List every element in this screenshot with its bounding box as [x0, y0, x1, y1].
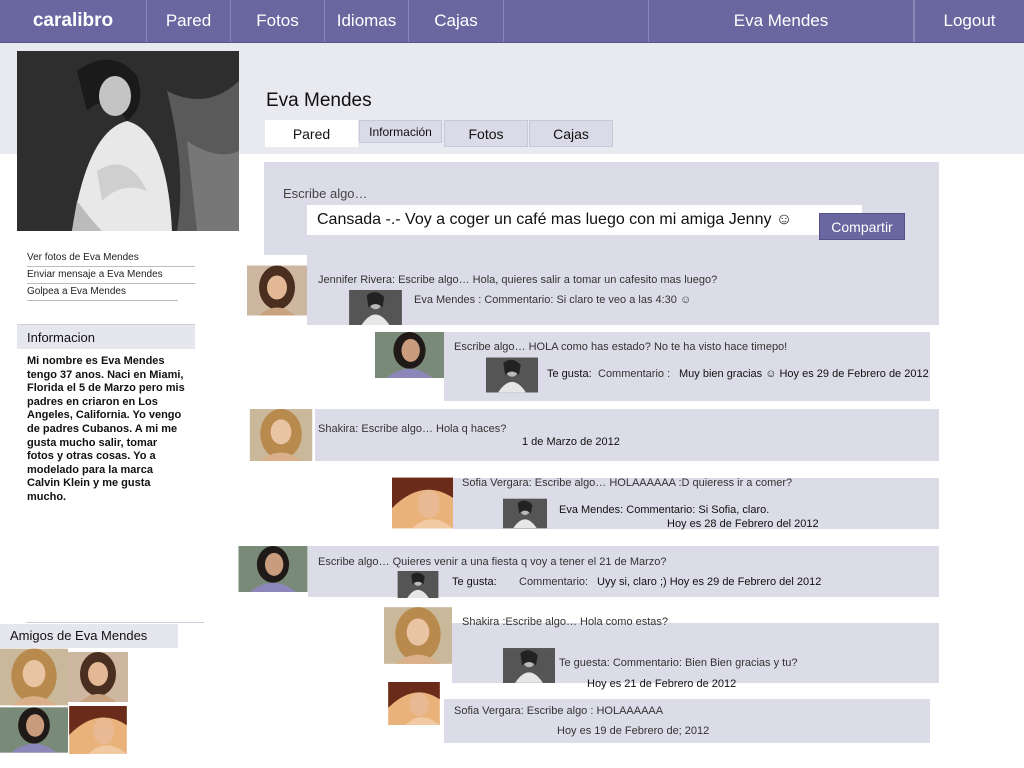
post-text: Escribe algo… Quieres venir a una fiesta… [318, 556, 667, 568]
nav-user-name[interactable]: Eva Mendes [648, 0, 914, 42]
nav-item-cajas[interactable]: Cajas [409, 0, 504, 42]
post-date: 1 de Marzo de 2012 [522, 436, 620, 448]
comment-text: Uyy si, claro ;) Hoy es 29 de Febrero de… [597, 576, 822, 588]
post-date: Hoy es 19 de Febrero de; 2012 [557, 725, 710, 737]
comment-label: Commentario : [598, 368, 671, 380]
info-text: Mi nombre es Eva Mendes tengo 37 anos. N… [27, 355, 185, 503]
tab-pared[interactable]: Pared [265, 120, 358, 147]
friends-section-title: Amigos de Eva Mendes [0, 624, 178, 648]
sidebar-link-enviar-mensaje[interactable]: Enviar mensaje a Eva Mendes [27, 267, 195, 284]
nav-item-idiomas[interactable]: Idiomas [325, 0, 409, 42]
friend-avatar[interactable] [68, 706, 128, 754]
post-author-avatar[interactable] [384, 682, 444, 725]
comment-text: Eva Mendes : Commentario: Si claro te ve… [414, 294, 692, 306]
friends-divider [26, 622, 204, 623]
friend-avatar[interactable] [68, 648, 128, 706]
post-card [315, 409, 939, 461]
post-author-avatar[interactable] [384, 605, 452, 666]
nav-item-fotos[interactable]: Fotos [231, 0, 325, 42]
post-date: Hoy es 21 de Febrero de 2012 [587, 678, 737, 690]
like-label: Te gusta: [452, 576, 497, 588]
comment-text: Eva Mendes: Commentario: Si Sofia, claro… [559, 504, 770, 516]
tab-informacion[interactable]: Información [359, 120, 442, 143]
composer-label: Escribe algo… [283, 186, 368, 201]
nav-item-pared[interactable]: Pared [147, 0, 231, 42]
like-label: Te gusta: [547, 368, 592, 380]
comment-avatar[interactable] [349, 290, 402, 325]
comment-text: Te guesta: Commentario: Bien Bien gracia… [559, 657, 798, 669]
info-section-title: Informacion [17, 324, 195, 349]
friend-avatar[interactable] [0, 648, 68, 706]
post-author-avatar[interactable] [392, 477, 453, 529]
post-date: Hoy es 28 de Febrero del 2012 [667, 518, 819, 530]
sidebar-link-golpea[interactable]: Golpea a Eva Mendes [27, 284, 178, 301]
post-author-avatar[interactable] [247, 264, 307, 317]
post-text: Sofia Vergara: Escribe algo : HOLAAAAAA [454, 705, 664, 717]
post-text: Jennifer Rivera: Escribe algo… Hola, qui… [318, 274, 718, 286]
post-text: Escribe algo… HOLA como has estado? No t… [454, 341, 788, 353]
tab-fotos[interactable]: Fotos [444, 120, 528, 147]
profile-photo[interactable] [17, 51, 239, 231]
friend-avatar[interactable] [0, 706, 68, 754]
sidebar-link-ver-fotos[interactable]: Ver fotos de Eva Mendes [27, 250, 195, 267]
comment-avatar[interactable] [503, 648, 555, 683]
comment-text: Muy bien gracias ☺ Hoy es 29 de Febrero … [679, 368, 929, 380]
post-author-avatar[interactable] [375, 332, 444, 378]
post-text: Shakira :Escribe algo… Hola como estas? [462, 616, 669, 628]
comment-avatar[interactable] [392, 571, 444, 598]
post-author-avatar[interactable] [238, 546, 308, 592]
share-button[interactable]: Compartir [819, 213, 905, 240]
comment-avatar[interactable] [486, 357, 538, 393]
top-nav: caralibro Pared Fotos Idiomas Cajas Eva … [0, 0, 1024, 43]
brand-logo[interactable]: caralibro [0, 0, 147, 42]
status-input[interactable] [307, 205, 862, 235]
post-text: Sofia Vergara: Escribe algo… HOLAAAAAA :… [462, 477, 793, 489]
post-text: Shakira: Escribe algo… Hola q haces? [318, 423, 507, 435]
comment-avatar[interactable] [503, 497, 547, 530]
logout-button[interactable]: Logout [914, 0, 1024, 42]
post-author-avatar[interactable] [247, 409, 315, 461]
profile-name: Eva Mendes [266, 90, 372, 111]
tab-cajas[interactable]: Cajas [529, 120, 613, 147]
comment-label: Commentario: [519, 576, 589, 588]
